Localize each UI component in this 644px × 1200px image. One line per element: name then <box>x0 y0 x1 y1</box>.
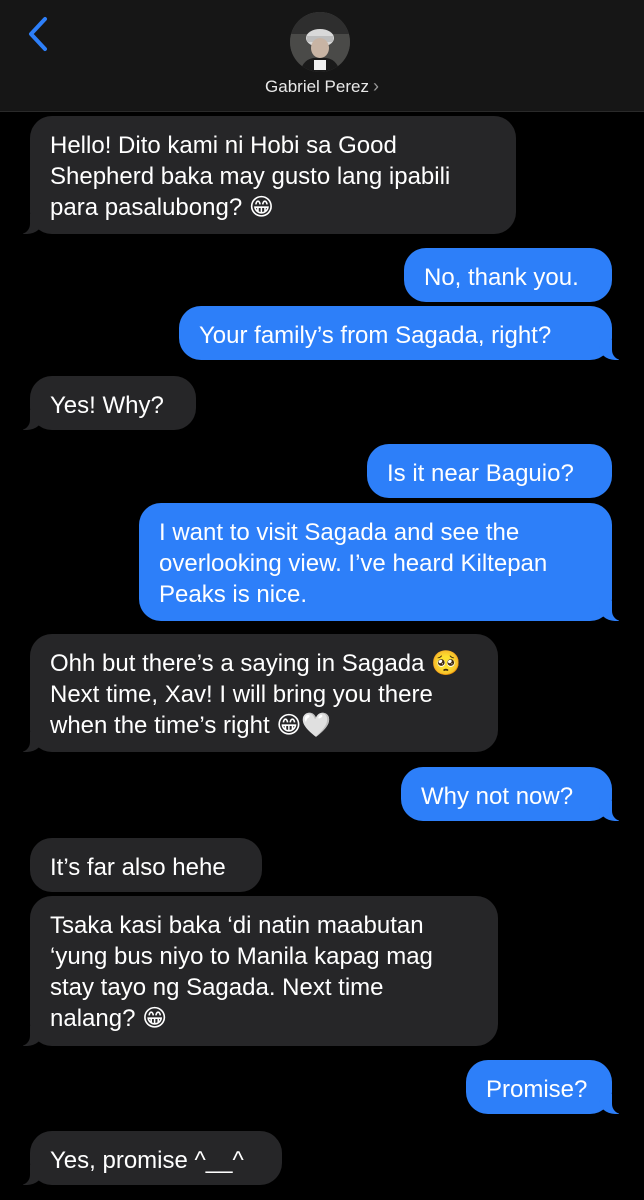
message-text: Your family’s from Sagada, right? <box>199 322 552 349</box>
chevron-right-icon: › <box>372 76 379 96</box>
message-bubble-incoming[interactable]: Yes, promise ^__^ <box>20 1131 282 1185</box>
chevron-left-icon <box>29 17 47 51</box>
message-text: Why not now? <box>421 783 574 810</box>
message-text: Yes, promise ^__^ <box>50 1147 244 1174</box>
message-text: It’s far also hehe <box>50 854 226 881</box>
contact-name: Gabriel Perez <box>265 77 369 96</box>
message-bubble-outgoing[interactable]: Your family’s from Sagada, right? <box>179 306 622 360</box>
message-text: Tsaka kasi baka ‘di natin maabutan ‘yung… <box>50 912 433 1032</box>
message-bubble-outgoing[interactable]: No, thank you. <box>404 248 612 302</box>
message-bubble-outgoing[interactable]: I want to visit Sagada and see the overl… <box>139 503 622 621</box>
message-text: Hello! Dito kami ni Hobi sa Good Shepher… <box>50 132 451 221</box>
message-bubble-outgoing[interactable]: Promise? <box>466 1060 622 1114</box>
message-text: Is it near Baguio? <box>387 460 574 487</box>
message-text: Promise? <box>486 1076 588 1103</box>
avatar[interactable] <box>290 12 350 72</box>
conversation-header: Gabriel Perez › <box>0 0 644 112</box>
back-button[interactable] <box>22 14 54 54</box>
message-bubble-incoming[interactable]: Yes! Why? <box>20 376 196 430</box>
message-bubble-incoming[interactable]: Ohh but there’s a saying in Sagada 🥺 Nex… <box>20 634 498 752</box>
message-bubble-incoming[interactable]: It’s far also hehe <box>30 838 262 892</box>
message-text: I want to visit Sagada and see the overl… <box>159 519 548 608</box>
message-text: Ohh but there’s a saying in Sagada 🥺 Nex… <box>50 650 462 739</box>
message-text: No, thank you. <box>424 264 579 291</box>
avatar-image <box>290 12 350 72</box>
message-bubble-incoming[interactable]: Tsaka kasi baka ‘di natin maabutan ‘yung… <box>20 896 498 1046</box>
message-text: Yes! Why? <box>50 392 164 419</box>
message-bubble-outgoing[interactable]: Why not now? <box>401 767 622 821</box>
contact-name-button[interactable]: Gabriel Perez › <box>0 76 644 97</box>
message-bubble-outgoing[interactable]: Is it near Baguio? <box>367 444 612 498</box>
message-bubble-incoming[interactable]: Hello! Dito kami ni Hobi sa Good Shepher… <box>20 116 516 234</box>
